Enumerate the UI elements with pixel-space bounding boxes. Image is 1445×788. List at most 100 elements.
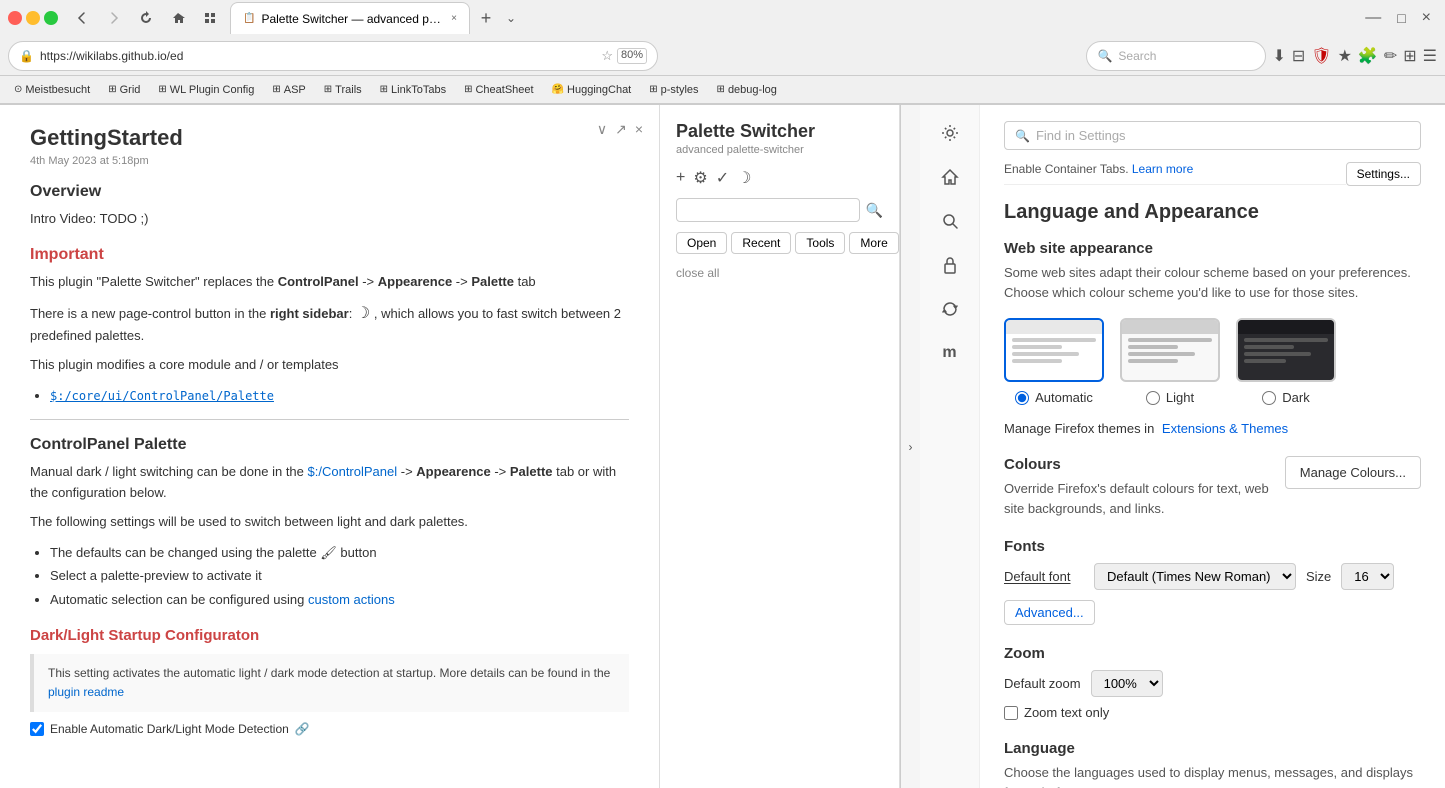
wiki-palette-link[interactable]: $:/core/ui/ControlPanel/Palette bbox=[50, 389, 274, 403]
bookmark-trails[interactable]: ⊞ Trails bbox=[318, 82, 368, 98]
minimize-button[interactable] bbox=[26, 11, 40, 25]
extensions-themes-link[interactable]: Extensions & Themes bbox=[1162, 421, 1288, 436]
appearance-radio-light[interactable] bbox=[1146, 391, 1160, 405]
url-bar[interactable]: 🔒 https://wikilabs.github.io/ed ☆ 80% bbox=[8, 41, 658, 71]
ff-zoom-text-only-checkbox[interactable] bbox=[1004, 706, 1018, 720]
bookmark-huggingchat[interactable]: 🤗 HuggingChat bbox=[546, 82, 638, 98]
bookmark-icon: ⊞ bbox=[108, 84, 116, 95]
new-tab-button[interactable]: + bbox=[472, 4, 500, 32]
wiki-cp-link[interactable]: $:/ControlPanel bbox=[308, 464, 398, 479]
ff-search-magnifier: 🔍 bbox=[1015, 129, 1030, 143]
tab-title: Palette Switcher — advanced paleti bbox=[261, 12, 445, 26]
shield-icon[interactable]: 🛡 bbox=[1311, 46, 1331, 66]
nav-home[interactable] bbox=[164, 6, 192, 30]
sidebar-icon[interactable]: ⊟ bbox=[1292, 46, 1305, 66]
appearance-preview-light bbox=[1120, 318, 1220, 382]
wiki-expand-icon[interactable]: ↗ bbox=[615, 121, 627, 138]
bookmark-grid[interactable]: ⊞ Grid bbox=[102, 82, 146, 98]
bookmark-debug-log[interactable]: ⊞ debug-log bbox=[711, 82, 783, 98]
bookmark-cheatsheet[interactable]: ⊞ CheatSheet bbox=[458, 82, 540, 98]
wiki-close-icon[interactable]: × bbox=[635, 121, 643, 138]
bookmark-star-icon[interactable]: ☆ bbox=[601, 48, 613, 64]
bookmark-icon: ⊙ bbox=[14, 84, 22, 95]
palette-tools-btn[interactable]: Tools bbox=[795, 232, 845, 254]
ff-sidebar-m[interactable]: m bbox=[932, 335, 968, 371]
ff-zoom-select[interactable]: 100% bbox=[1091, 670, 1163, 697]
nav-grid[interactable] bbox=[196, 6, 224, 30]
ff-advanced-button[interactable]: Advanced... bbox=[1004, 600, 1095, 625]
palette-open-btn[interactable]: Open bbox=[676, 232, 727, 254]
ff-sidebar-lock[interactable] bbox=[932, 247, 968, 283]
ff-fonts-section: Fonts Default font Default (Times New Ro… bbox=[1004, 538, 1421, 625]
ff-sidebar-sync[interactable] bbox=[932, 291, 968, 327]
palette-search-icon[interactable]: 🔍 bbox=[866, 202, 883, 219]
bookmark-linktotabs[interactable]: ⊞ LinkToTabs bbox=[374, 82, 452, 98]
wiki-bold-pal2: Palette bbox=[510, 464, 553, 479]
puzzle-icon[interactable]: 🧩 bbox=[1358, 46, 1378, 66]
wiki-collapse-icon[interactable]: ∨ bbox=[597, 121, 607, 138]
palette-recent-btn[interactable]: Recent bbox=[731, 232, 791, 254]
palette-check-icon[interactable]: ✓ bbox=[716, 168, 729, 188]
side-collapse[interactable]: › bbox=[900, 105, 920, 788]
download-icon[interactable]: ⬇ bbox=[1272, 46, 1285, 66]
url-action-icons: ☆ 80% bbox=[601, 48, 647, 64]
minimize-win[interactable]: — bbox=[1359, 9, 1387, 27]
wiki-divider bbox=[30, 419, 629, 420]
nav-forward[interactable] bbox=[100, 6, 128, 30]
wiki-panel: ∨ ↗ × GettingStarted 4th May 2023 at 5:1… bbox=[0, 105, 660, 788]
maximize-button[interactable] bbox=[44, 11, 58, 25]
bookmark-icon: ⊞ bbox=[158, 84, 166, 95]
appearance-option-light[interactable]: Light bbox=[1120, 318, 1220, 405]
manage-colours-button[interactable]: Manage Colours... bbox=[1285, 456, 1421, 489]
content-row: ∨ ↗ × GettingStarted 4th May 2023 at 5:1… bbox=[0, 105, 1445, 788]
bookmark-p-styles[interactable]: ⊞ p-styles bbox=[643, 82, 704, 98]
palette-search-row: 🔍 bbox=[676, 198, 883, 222]
ff-sidebar-gear[interactable] bbox=[932, 115, 968, 151]
ff-fonts-select[interactable]: Default (Times New Roman) bbox=[1094, 563, 1296, 590]
wiki-controlpanel-title: ControlPanel Palette bbox=[30, 436, 629, 454]
nav-icons bbox=[68, 6, 224, 30]
nav-refresh[interactable] bbox=[132, 6, 160, 30]
appearance-radio-auto[interactable] bbox=[1015, 391, 1029, 405]
appearance-option-automatic[interactable]: Automatic bbox=[1004, 318, 1104, 405]
tab-expand[interactable]: ⌄ bbox=[506, 11, 516, 25]
pencil-icon[interactable]: ✏ bbox=[1384, 46, 1397, 66]
bookmark-wl-plugin-config[interactable]: ⊞ WL Plugin Config bbox=[152, 82, 260, 98]
ff-settings-btn[interactable]: Settings... bbox=[1346, 162, 1421, 186]
star-icon[interactable]: ★ bbox=[1338, 46, 1352, 66]
palette-close-all[interactable]: close all bbox=[676, 262, 883, 284]
palette-moon-icon[interactable]: ☽ bbox=[737, 168, 751, 188]
ff-sidebar-home[interactable] bbox=[932, 159, 968, 195]
close-win[interactable]: × bbox=[1416, 9, 1437, 27]
tab-close-button[interactable]: × bbox=[451, 13, 457, 24]
ff-fonts-size-select[interactable]: 16 bbox=[1341, 563, 1394, 590]
palette-search-input[interactable] bbox=[676, 198, 860, 222]
palette-add-icon[interactable]: + bbox=[676, 169, 685, 187]
search-bar[interactable]: 🔍 Search bbox=[1086, 41, 1266, 71]
wiki-plugin-readme-link[interactable]: plugin readme bbox=[48, 685, 124, 699]
wiki-custom-actions-link[interactable]: custom actions bbox=[308, 592, 395, 607]
ff-website-appearance-title: Web site appearance bbox=[1004, 240, 1421, 257]
nav-back[interactable] bbox=[68, 6, 96, 30]
auto-darklight-checkbox[interactable] bbox=[30, 722, 44, 736]
menu-icon[interactable]: ☰ bbox=[1423, 46, 1437, 66]
restore-win[interactable]: □ bbox=[1391, 10, 1411, 26]
appearance-radio-dark[interactable] bbox=[1262, 391, 1276, 405]
wiki-link-icon[interactable]: 🔗 bbox=[295, 722, 310, 736]
bookmark-label: Trails bbox=[335, 84, 361, 96]
active-tab[interactable]: 📋 Palette Switcher — advanced paleti × bbox=[230, 2, 470, 34]
close-button[interactable] bbox=[8, 11, 22, 25]
ff-main-content: 🔍 Find in Settings Enable Container Tabs… bbox=[980, 105, 1445, 788]
ff-sidebar-search[interactable] bbox=[932, 203, 968, 239]
palette-settings-icon[interactable]: ⚙ bbox=[693, 168, 707, 188]
zoom-level[interactable]: 80% bbox=[617, 48, 647, 64]
palette-more-btn[interactable]: More bbox=[849, 232, 898, 254]
appearance-option-dark[interactable]: Dark bbox=[1236, 318, 1336, 405]
bookmark-asp[interactable]: ⊞ ASP bbox=[266, 82, 311, 98]
firefox-preferences: m 🔍 Find in Settings Enable Container Ta… bbox=[920, 105, 1445, 788]
bookmark-meistbesucht[interactable]: ⊙ Meistbesucht bbox=[8, 82, 96, 98]
ff-learn-more-link[interactable]: Learn more bbox=[1132, 162, 1193, 176]
more-tools-icon[interactable]: ⊞ bbox=[1403, 46, 1416, 66]
wiki-checkbox-row: Enable Automatic Dark/Light Mode Detecti… bbox=[30, 722, 629, 736]
ff-search-bar[interactable]: 🔍 Find in Settings bbox=[1004, 121, 1421, 150]
